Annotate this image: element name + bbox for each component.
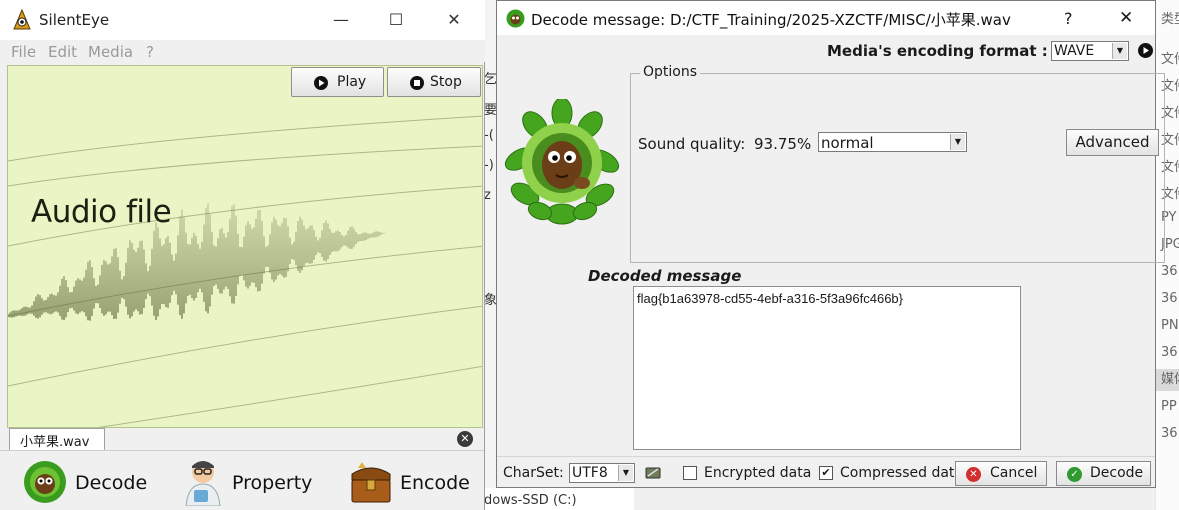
- decode-dialog: Decode message: D:/CTF_Training/2025-XZC…: [496, 0, 1165, 488]
- background-drive-label: dows-SSD (C:): [484, 488, 634, 510]
- decode-button[interactable]: ✓ Decode: [1056, 461, 1151, 486]
- charset-edit-icon[interactable]: [645, 465, 662, 480]
- help-button[interactable]: ?: [1064, 9, 1073, 28]
- background-text-fragment: -): [484, 158, 494, 173]
- background-text-fragment: -(: [484, 128, 494, 143]
- menu-help[interactable]: ?: [146, 43, 154, 61]
- play-format-icon[interactable]: [1138, 43, 1153, 58]
- checkmark-icon: ✓: [1067, 467, 1082, 482]
- compressed-data-label: Compressed dat: [840, 465, 955, 481]
- play-button[interactable]: Play: [291, 67, 384, 97]
- background-list-item: PN: [1161, 318, 1179, 333]
- menu-bar: File Edit Media ?: [0, 40, 485, 62]
- encode-action-button[interactable]: Encode: [346, 456, 476, 508]
- maximize-button[interactable]: ☐: [381, 6, 411, 34]
- background-list-item: 36: [1161, 291, 1178, 306]
- cancel-icon: ✕: [966, 467, 981, 482]
- options-group: [630, 73, 1165, 263]
- encoding-format-select[interactable]: WAVE ▼: [1051, 41, 1129, 61]
- close-button[interactable]: ✕: [439, 6, 469, 34]
- bush-face-icon: [24, 461, 66, 503]
- menu-media[interactable]: Media: [88, 43, 133, 61]
- file-tab-label: 小苹果.wav: [20, 435, 90, 450]
- background-list-item: 文件: [1161, 52, 1179, 67]
- menu-file[interactable]: File: [11, 43, 36, 61]
- menu-edit[interactable]: Edit: [48, 43, 77, 61]
- title-bar[interactable]: SilentEye — ☐ ✕: [0, 0, 485, 40]
- background-list-item-selected: 媒体: [1156, 369, 1179, 391]
- stop-button[interactable]: Stop: [387, 67, 481, 97]
- sound-quality-label: Sound quality:: [638, 135, 746, 153]
- decoded-message-textarea[interactable]: flag{b1a63978-cd55-4ebf-a316-5f3a96fc466…: [633, 286, 1021, 450]
- encoding-format-label: Media's encoding format :: [827, 42, 1048, 60]
- decoded-message-text: flag{b1a63978-cd55-4ebf-a316-5f3a96fc466…: [637, 291, 904, 306]
- cancel-button[interactable]: ✕ Cancel: [955, 461, 1047, 486]
- dialog-title-bar[interactable]: Decode message: D:/CTF_Training/2025-XZC…: [497, 1, 1155, 35]
- options-group-title: Options: [640, 64, 701, 80]
- minimize-button[interactable]: —: [326, 6, 356, 34]
- sound-quality-percent: 93.75%: [754, 135, 812, 153]
- media-preview: Audio file Play Stop: [7, 65, 483, 428]
- encrypted-data-label: Encrypted data: [704, 465, 812, 481]
- background-list-item: 36: [1161, 345, 1178, 360]
- play-icon: [314, 76, 328, 90]
- media-type-label: Audio file: [31, 194, 172, 230]
- charset-label: CharSet:: [503, 465, 564, 481]
- decoded-message-label: Decoded message: [588, 267, 742, 285]
- advanced-button[interactable]: Advanced: [1066, 129, 1159, 156]
- background-column-header: 类型: [1161, 12, 1179, 27]
- sound-quality-select[interactable]: normal ▼: [818, 132, 967, 152]
- bush-face-icon: [506, 9, 525, 28]
- background-explorer-strip: 乞 要 -( -) z 象: [484, 0, 497, 510]
- charset-select[interactable]: UTF8 ▼: [569, 463, 635, 483]
- dialog-close-button[interactable]: ✕: [1119, 8, 1133, 28]
- decode-action-button[interactable]: Decode: [20, 456, 150, 508]
- silenteye-logo-icon: [13, 9, 31, 30]
- background-list-item: 36: [1161, 264, 1178, 279]
- dialog-title: Decode message: D:/CTF_Training/2025-XZC…: [531, 11, 1011, 29]
- window-title: SilentEye: [39, 11, 110, 29]
- property-action-button[interactable]: Property: [178, 456, 318, 508]
- close-tab-icon[interactable]: ✕: [457, 431, 473, 447]
- waveform-graphic: [8, 115, 482, 427]
- silenteye-main-window: SilentEye — ☐ ✕ File Edit Media ? Audio …: [0, 0, 485, 510]
- background-text-fragment: z: [484, 188, 491, 203]
- mascot-bush-face-icon: [504, 99, 620, 225]
- chevron-down-icon: ▼: [950, 134, 965, 150]
- chevron-down-icon: ▼: [1112, 43, 1127, 59]
- treasure-chest-icon: [351, 462, 391, 503]
- stop-icon: [410, 76, 424, 90]
- background-list-item: 36: [1161, 426, 1178, 441]
- scientist-icon: [185, 461, 221, 506]
- chevron-down-icon: ▼: [618, 465, 633, 481]
- compressed-data-checkbox[interactable]: ✔: [819, 466, 833, 480]
- encrypted-data-checkbox[interactable]: [683, 466, 697, 480]
- file-tab[interactable]: 小苹果.wav: [9, 428, 105, 450]
- background-list-item: PP: [1161, 399, 1177, 414]
